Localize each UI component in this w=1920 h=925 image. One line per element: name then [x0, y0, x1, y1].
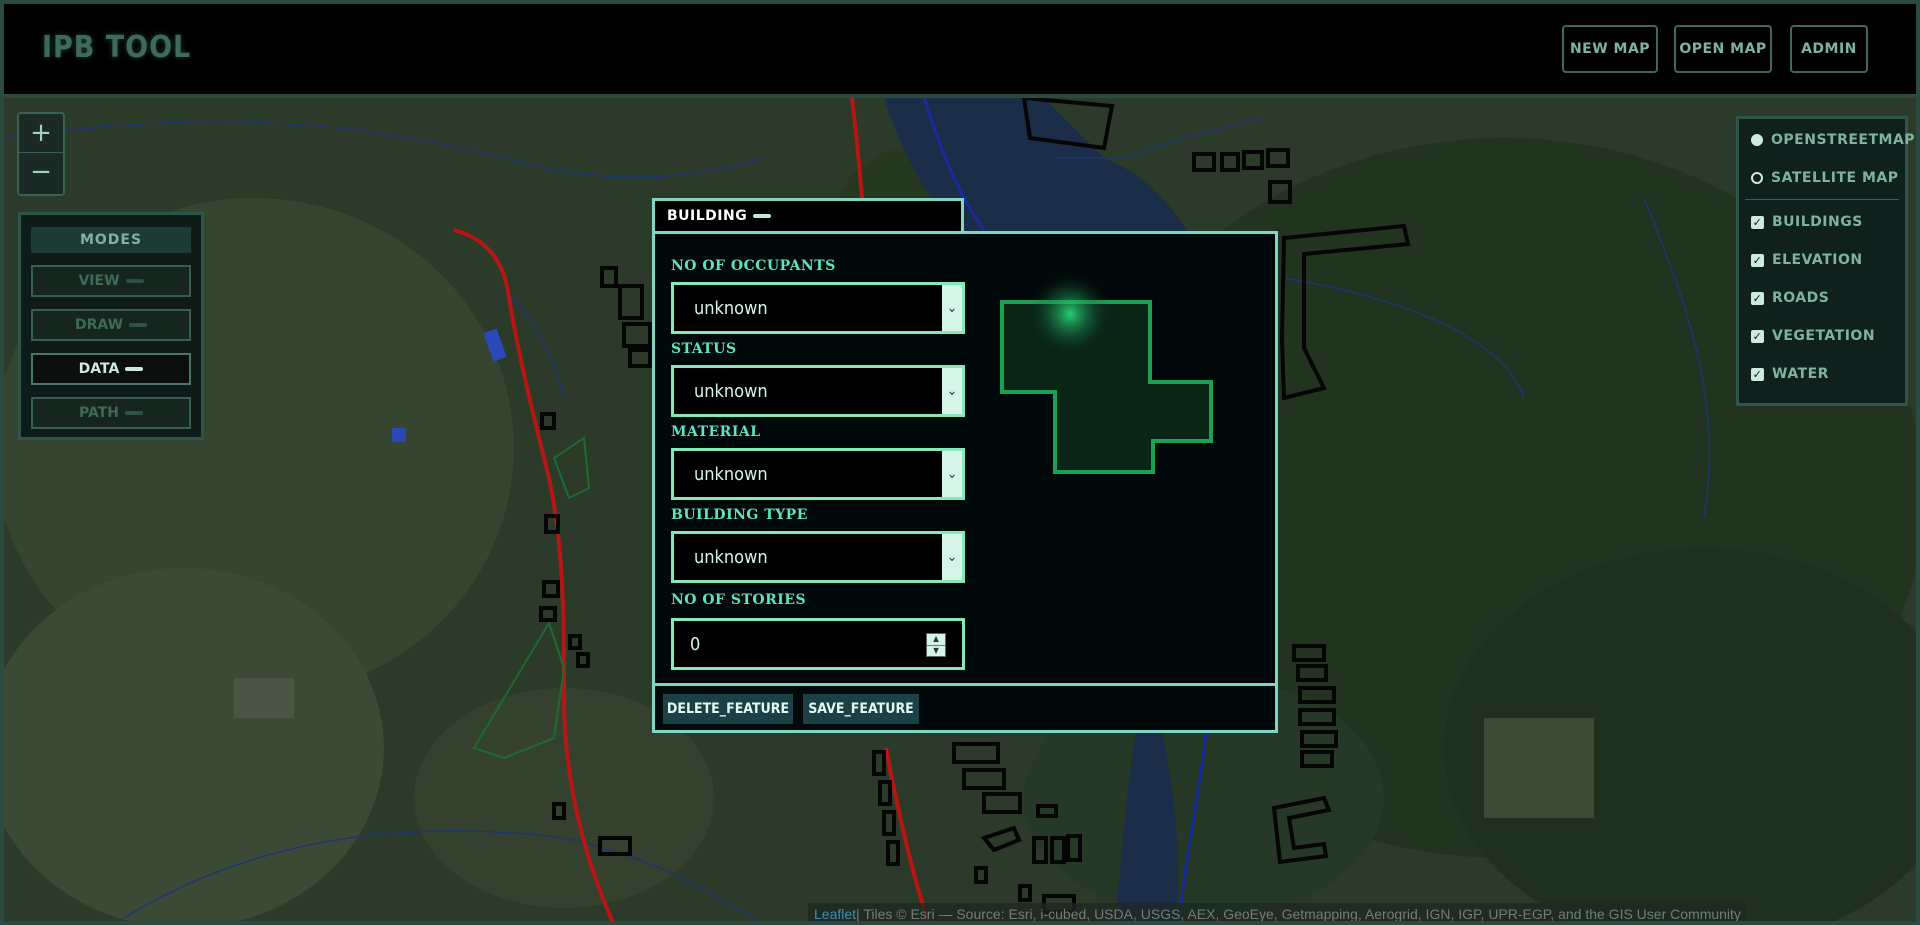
- overlay-buildings[interactable]: ✓ BUILDINGS: [1751, 211, 1863, 233]
- layer-label: WATER: [1772, 366, 1829, 382]
- layer-label: BUILDINGS: [1772, 214, 1863, 230]
- open-map-button[interactable]: OPEN MAP: [1674, 25, 1772, 73]
- spinner-down-icon[interactable]: ▼: [927, 646, 945, 657]
- new-map-button[interactable]: NEW MAP: [1562, 25, 1658, 73]
- dialog-tab-label: BUILDING: [667, 208, 748, 224]
- stories-label: NO OF STORIES: [671, 592, 807, 608]
- tab-indicator-icon: [753, 214, 772, 218]
- mode-data-label: DATA: [78, 361, 120, 377]
- building-data-dialog: NO OF OCCUPANTS unknown ⌄ STATUS unknown…: [652, 231, 1278, 733]
- overlay-vegetation[interactable]: ✓ VEGETATION: [1751, 325, 1875, 347]
- zoom-control: + −: [17, 112, 65, 196]
- mode-path-label: PATH: [79, 405, 119, 421]
- mode-view-button[interactable]: VIEW: [31, 265, 191, 297]
- status-value: unknown: [694, 380, 768, 402]
- layer-label: SATELLITE MAP: [1771, 170, 1899, 186]
- mode-view-label: VIEW: [78, 273, 120, 289]
- top-header: IPB TOOL NEW MAP OPEN MAP ADMIN: [4, 4, 1916, 98]
- material-select[interactable]: unknown ⌄: [671, 448, 965, 500]
- mode-data-button[interactable]: DATA: [31, 353, 191, 385]
- layers-divider: [1745, 199, 1899, 200]
- base-layer-satellite[interactable]: SATELLITE MAP: [1751, 167, 1899, 189]
- mode-indicator-icon: [125, 367, 144, 371]
- building-dialog-tab[interactable]: BUILDING: [652, 198, 964, 234]
- spinner-up-icon[interactable]: ▲: [927, 634, 945, 646]
- map-attribution: Leaflet | Tiles © Esri — Source: Esri, i…: [808, 903, 1747, 922]
- status-select[interactable]: unknown ⌄: [671, 365, 965, 417]
- stories-spinner[interactable]: ▲ ▼: [926, 633, 946, 657]
- chevron-down-icon[interactable]: ⌄: [942, 534, 962, 580]
- mode-path-button[interactable]: PATH: [31, 397, 191, 429]
- layer-label: ELEVATION: [1772, 252, 1863, 268]
- checkbox-checked-icon[interactable]: ✓: [1751, 329, 1764, 343]
- building-type-value: unknown: [694, 546, 768, 568]
- app-logo-title: IPB TOOL: [42, 30, 192, 65]
- occupants-label: NO OF OCCUPANTS: [671, 258, 836, 274]
- radio-selected-icon[interactable]: [1751, 134, 1763, 146]
- occupants-value: unknown: [694, 297, 768, 319]
- checkbox-checked-icon[interactable]: ✓: [1751, 291, 1764, 305]
- stories-number-input[interactable]: 0 ▲ ▼: [671, 618, 965, 670]
- occupants-select[interactable]: unknown ⌄: [671, 282, 965, 334]
- admin-button[interactable]: ADMIN: [1790, 25, 1868, 73]
- mode-indicator-icon: [129, 323, 148, 327]
- checkbox-checked-icon[interactable]: ✓: [1751, 253, 1764, 267]
- overlay-elevation[interactable]: ✓ ELEVATION: [1751, 249, 1863, 271]
- mode-draw-button[interactable]: DRAW: [31, 309, 191, 341]
- chevron-down-icon[interactable]: ⌄: [942, 451, 962, 497]
- mode-draw-label: DRAW: [74, 317, 124, 333]
- save-feature-button[interactable]: SAVE_FEATURE: [803, 694, 919, 724]
- app-frame: IPB TOOL NEW MAP OPEN MAP ADMIN + − MODE…: [0, 0, 1920, 925]
- mode-indicator-icon: [125, 411, 143, 415]
- chevron-down-icon[interactable]: ⌄: [942, 368, 962, 414]
- radio-unselected-icon[interactable]: [1751, 172, 1763, 184]
- modes-panel: MODES VIEW DRAW DATA PATH: [18, 212, 204, 440]
- zoom-out-button[interactable]: −: [19, 153, 63, 191]
- mode-indicator-icon: [125, 279, 144, 283]
- chevron-down-icon[interactable]: ⌄: [942, 285, 962, 331]
- overlay-water[interactable]: ✓ WATER: [1751, 363, 1829, 385]
- delete-feature-button[interactable]: DELETE_FEATURE: [663, 694, 793, 724]
- material-value: unknown: [694, 463, 768, 485]
- checkbox-checked-icon[interactable]: ✓: [1751, 367, 1764, 381]
- material-label: MATERIAL: [671, 424, 761, 440]
- checkbox-checked-icon[interactable]: ✓: [1751, 215, 1764, 229]
- stories-value: 0: [690, 633, 701, 655]
- overlay-roads[interactable]: ✓ ROADS: [1751, 287, 1829, 309]
- attribution-text: | Tiles © Esri — Source: Esri, i-cubed, …: [856, 906, 1741, 922]
- base-layer-openstreetmap[interactable]: OPENSTREETMAP: [1751, 129, 1915, 151]
- layer-label: VEGETATION: [1772, 328, 1876, 344]
- layer-label: OPENSTREETMAP: [1771, 132, 1916, 148]
- building-type-label: BUILDING TYPE: [671, 507, 808, 523]
- modes-title: MODES: [31, 227, 191, 253]
- building-footprint-preview: [1000, 274, 1213, 474]
- status-label: STATUS: [671, 341, 737, 357]
- leaflet-link[interactable]: Leaflet: [814, 906, 856, 921]
- building-type-select[interactable]: unknown ⌄: [671, 531, 965, 583]
- dialog-footer-divider: [655, 683, 1275, 686]
- layer-label: ROADS: [1772, 290, 1830, 306]
- zoom-in-button[interactable]: +: [19, 114, 63, 153]
- layers-control: OPENSTREETMAP SATELLITE MAP ✓ BUILDINGS …: [1736, 116, 1915, 406]
